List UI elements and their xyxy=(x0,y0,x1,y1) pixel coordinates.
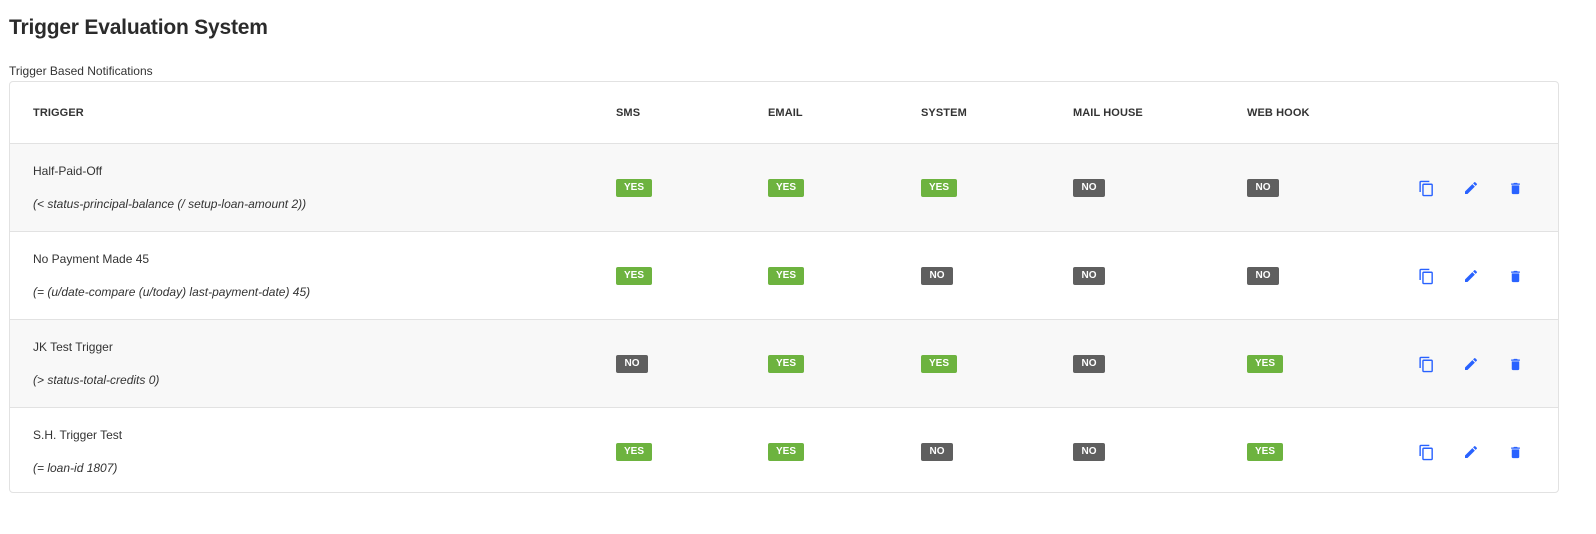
sms-status-badge: YES xyxy=(616,443,653,461)
email-status-badge: YES xyxy=(768,443,805,461)
edit-button[interactable] xyxy=(1461,354,1481,374)
column-header-sms: SMS xyxy=(616,107,641,119)
column-header-web-hook: WEB HOOK xyxy=(1247,107,1310,119)
copy-icon xyxy=(1418,356,1435,373)
trigger-name: No Payment Made 45 xyxy=(33,252,150,266)
email-status-badge: YES xyxy=(768,179,805,197)
table-row: Half-Paid-Off (< status-principal-balance… xyxy=(10,144,1558,232)
sms-status-badge: YES xyxy=(616,179,653,197)
trigger-expression: (< status-principal-balance (/ setup-loa… xyxy=(33,197,307,211)
trigger-table: TRIGGER SMS EMAIL SYSTEM MAIL HOUSE WEB … xyxy=(9,81,1559,493)
column-header-mail-house: MAIL HOUSE xyxy=(1073,107,1143,119)
trigger-name: JK Test Trigger xyxy=(33,340,113,354)
trigger-expression: (= loan-id 1807) xyxy=(33,461,118,475)
delete-button[interactable] xyxy=(1505,178,1525,198)
delete-icon xyxy=(1508,181,1523,196)
copy-button[interactable] xyxy=(1416,354,1436,374)
copy-button[interactable] xyxy=(1416,266,1436,286)
mail-house-status-badge: NO xyxy=(1073,443,1105,461)
table-row: JK Test Trigger (> status-total-credits 0… xyxy=(10,320,1558,408)
trigger-name: S.H. Trigger Test xyxy=(33,428,123,442)
column-header-email: EMAIL xyxy=(768,107,803,119)
delete-icon xyxy=(1508,269,1523,284)
delete-button[interactable] xyxy=(1505,266,1525,286)
edit-icon xyxy=(1463,356,1479,372)
email-status-badge: YES xyxy=(768,355,805,373)
mail-house-status-badge: NO xyxy=(1073,267,1105,285)
copy-button[interactable] xyxy=(1416,442,1436,462)
column-header-trigger: TRIGGER xyxy=(33,107,84,119)
copy-icon xyxy=(1418,444,1435,461)
email-status-badge: YES xyxy=(768,267,805,285)
edit-icon xyxy=(1463,444,1479,460)
column-header-system: SYSTEM xyxy=(921,107,967,119)
edit-button[interactable] xyxy=(1461,178,1481,198)
web-hook-status-badge: YES xyxy=(1247,443,1284,461)
system-status-badge: YES xyxy=(921,179,958,197)
edit-icon xyxy=(1463,268,1479,284)
copy-button[interactable] xyxy=(1416,178,1436,198)
table-row: No Payment Made 45 (= (u/date-compare (u/… xyxy=(10,232,1558,320)
copy-icon xyxy=(1418,268,1435,285)
web-hook-status-badge: YES xyxy=(1247,355,1284,373)
trigger-name: Half-Paid-Off xyxy=(33,164,103,178)
mail-house-status-badge: NO xyxy=(1073,355,1105,373)
system-status-badge: NO xyxy=(921,443,953,461)
edit-icon xyxy=(1463,180,1479,196)
delete-button[interactable] xyxy=(1505,442,1525,462)
mail-house-status-badge: NO xyxy=(1073,179,1105,197)
trigger-expression: (= (u/date-compare (u/today) last-paymen… xyxy=(33,285,311,299)
page-title: Trigger Evaluation System xyxy=(9,16,268,39)
edit-button[interactable] xyxy=(1461,266,1481,286)
table-header-row: TRIGGER SMS EMAIL SYSTEM MAIL HOUSE WEB … xyxy=(10,82,1558,144)
delete-button[interactable] xyxy=(1505,354,1525,374)
edit-button[interactable] xyxy=(1461,442,1481,462)
section-label: Trigger Based Notifications xyxy=(9,64,153,78)
page: Trigger Evaluation System Trigger Based … xyxy=(0,0,1596,534)
sms-status-badge: YES xyxy=(616,267,653,285)
delete-icon xyxy=(1508,445,1523,460)
system-status-badge: YES xyxy=(921,355,958,373)
table-row: S.H. Trigger Test (= loan-id 1807) YES YES N… xyxy=(10,408,1558,492)
system-status-badge: NO xyxy=(921,267,953,285)
web-hook-status-badge: NO xyxy=(1247,267,1279,285)
sms-status-badge: NO xyxy=(616,355,648,373)
delete-icon xyxy=(1508,357,1523,372)
trigger-expression: (> status-total-credits 0) xyxy=(33,373,160,387)
copy-icon xyxy=(1418,180,1435,197)
web-hook-status-badge: NO xyxy=(1247,179,1279,197)
